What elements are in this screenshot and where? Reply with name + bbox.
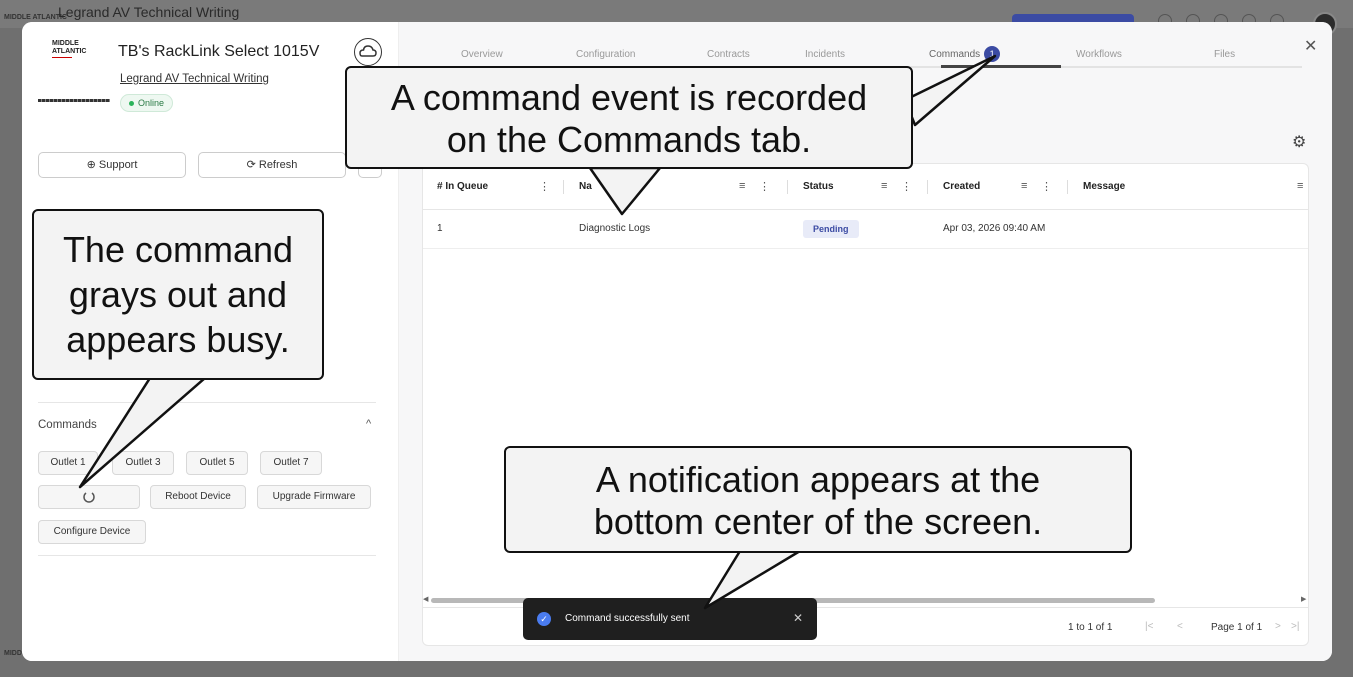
callout-commands-tab: A command event is recorded on the Comma… (345, 66, 913, 169)
callout-notification: A notification appears at the bottom cen… (504, 446, 1132, 553)
callout-command-busy-line-1: The command (62, 229, 294, 270)
callout-commands-tab-line-1: A command event is recorded (390, 77, 868, 118)
callout-command-busy: The command grays out and appears busy. (32, 209, 324, 380)
callout-command-busy-line-2: grays out and (68, 274, 288, 315)
callout-commands-tab-line-2: on the Commands tab. (446, 119, 812, 160)
callout-notification-line-2: bottom center of the screen. (593, 501, 1043, 542)
callout-notification-line-1: A notification appears at the (595, 459, 1041, 500)
callout-command-busy-line-3: appears busy. (66, 319, 290, 360)
